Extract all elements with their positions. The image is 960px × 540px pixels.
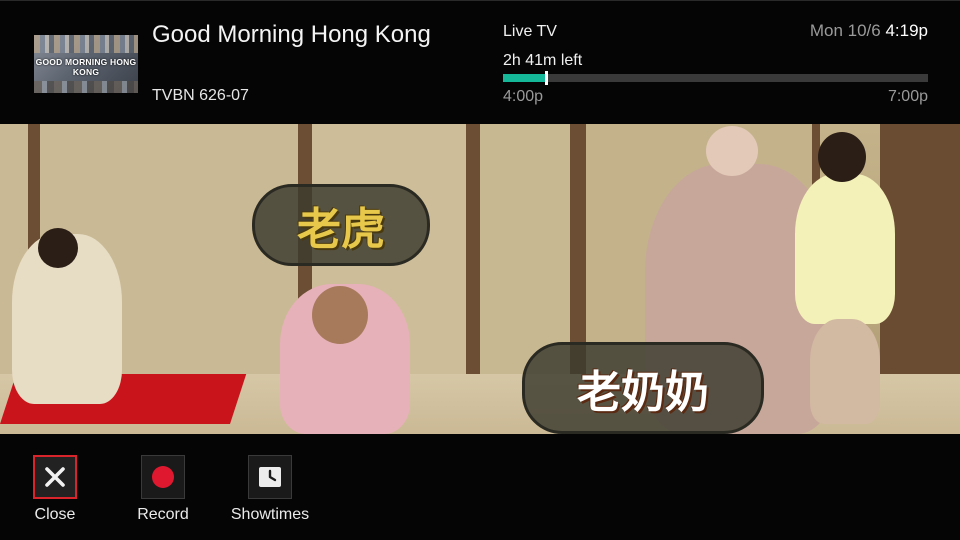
program-end-time: 7:00p (887, 88, 928, 105)
clock-icon (248, 455, 292, 499)
video-caption-granny: 老奶奶 (522, 342, 764, 434)
record-icon (141, 455, 185, 499)
performer-head (818, 132, 866, 182)
program-progress-bar (503, 71, 928, 85)
performer-standing (795, 174, 895, 324)
program-title: Good Morning Hong Kong (152, 21, 431, 48)
video-caption-tiger: 老虎 (252, 184, 430, 266)
record-button[interactable]: Record (118, 455, 208, 524)
showtimes-label: Showtimes (230, 506, 310, 523)
channel-number: TVBN 626-07 (152, 87, 249, 104)
showtimes-button[interactable]: Showtimes (225, 455, 315, 524)
performer-head (38, 228, 78, 268)
performer-head (312, 286, 368, 344)
record-dot (152, 466, 174, 488)
program-thumbnail: GOOD MORNING HONG KONG (34, 35, 138, 93)
close-label: Close (34, 506, 76, 523)
current-date: Mon 10/6 (809, 21, 881, 40)
record-label: Record (137, 506, 189, 523)
current-time: 4:19p (885, 21, 928, 40)
thumbnail-text: GOOD MORNING HONG KONG (35, 57, 137, 77)
live-tv-label: Live TV (503, 23, 557, 40)
progress-marker (544, 71, 548, 85)
time-remaining: 2h 41m left (503, 52, 583, 69)
player-controls-bar: Close Record Showtimes (0, 434, 960, 540)
program-info-bar: GOOD MORNING HONG KONG Good Morning Hong… (0, 0, 960, 125)
program-start-time: 4:00p (503, 88, 544, 105)
video-frame: 老虎 老奶奶 (0, 124, 960, 434)
performer-head (706, 126, 758, 176)
close-button[interactable]: Close (10, 455, 100, 524)
performer-legs (810, 319, 880, 424)
close-icon (33, 455, 77, 499)
current-datetime: Mon 10/6 4:19p (810, 21, 928, 41)
progress-fill (503, 74, 546, 82)
